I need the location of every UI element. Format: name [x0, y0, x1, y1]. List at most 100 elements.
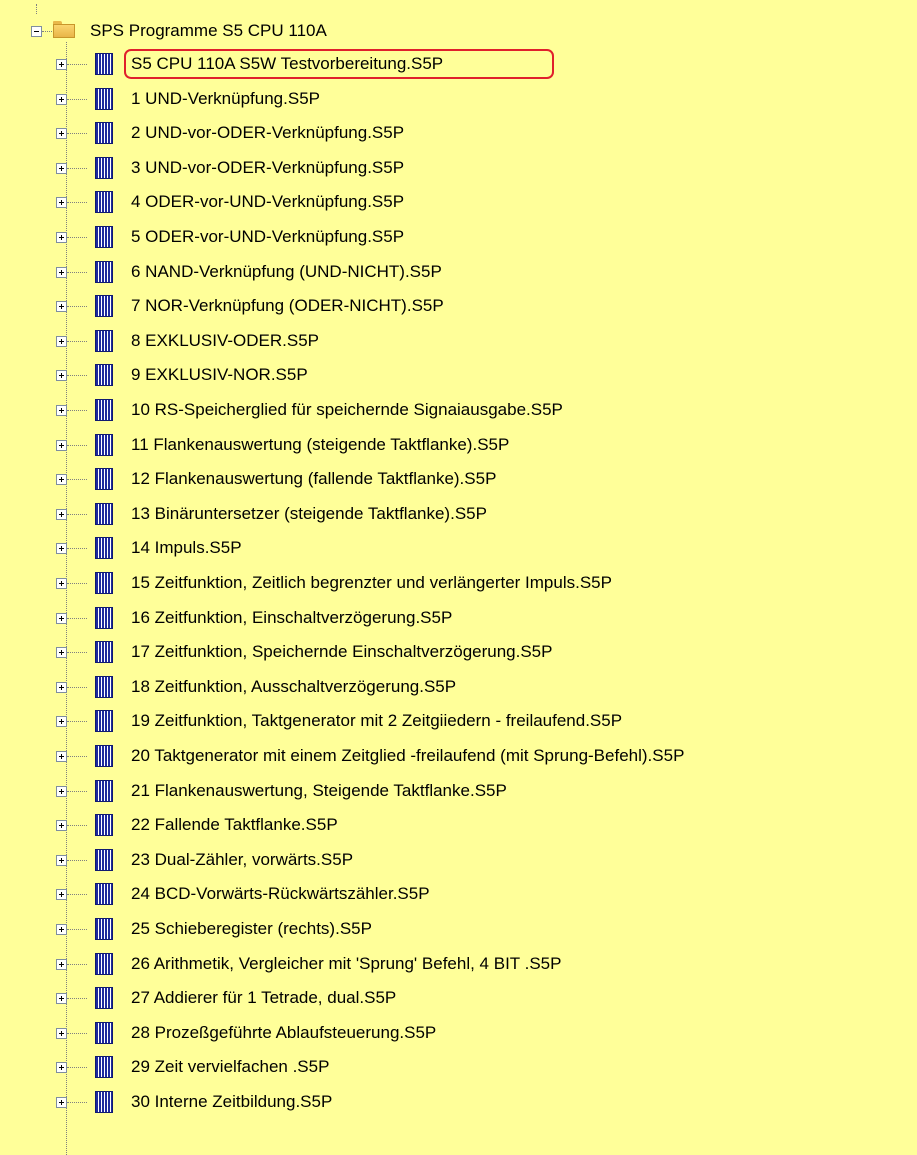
- tree-item-label[interactable]: 22 Fallende Taktflanke.S5P: [131, 814, 338, 836]
- tree-item-label[interactable]: 21 Flankenauswertung, Steigende Taktflan…: [131, 780, 507, 802]
- tree-connector: [67, 618, 87, 619]
- expand-icon[interactable]: [56, 889, 67, 900]
- expand-icon[interactable]: [56, 786, 67, 797]
- tree-item-label[interactable]: 4 ODER-vor-UND-Verknüpfung.S5P: [131, 191, 404, 213]
- s5-project-file-icon: [95, 883, 113, 905]
- tree-item-label[interactable]: 16 Zeitfunktion, Einschaltverzögerung.S5…: [131, 607, 452, 629]
- s5-project-file-icon: [95, 987, 113, 1009]
- s5-project-file-icon: [95, 641, 113, 663]
- expand-icon[interactable]: [56, 993, 67, 1004]
- expand-icon[interactable]: [56, 959, 67, 970]
- tree-item-label[interactable]: 20 Taktgenerator mit einem Zeitglied -fr…: [131, 745, 684, 767]
- tree-item-label[interactable]: 7 NOR-Verknüpfung (ODER-NICHT).S5P: [131, 295, 444, 317]
- tree-connector: [67, 202, 87, 203]
- tree-item-label[interactable]: 15 Zeitfunktion, Zeitlich begrenzter und…: [131, 572, 612, 594]
- tree-connector: [67, 99, 87, 100]
- s5-project-file-icon: [95, 745, 113, 767]
- tree-connector: [67, 652, 87, 653]
- tree-item-label[interactable]: 25 Schieberegister (rechts).S5P: [131, 918, 372, 940]
- expand-icon[interactable]: [56, 59, 67, 70]
- expand-icon[interactable]: [56, 543, 67, 554]
- tree-item-label[interactable]: 1 UND-Verknüpfung.S5P: [131, 88, 320, 110]
- tree-connector: [67, 687, 87, 688]
- tree-item-label[interactable]: 5 ODER-vor-UND-Verknüpfung.S5P: [131, 226, 404, 248]
- s5-project-file-icon: [95, 780, 113, 802]
- expand-icon[interactable]: [56, 509, 67, 520]
- expand-icon[interactable]: [56, 197, 67, 208]
- expand-icon[interactable]: [56, 163, 67, 174]
- s5-project-file-icon: [95, 503, 113, 525]
- tree-item-label[interactable]: 6 NAND-Verknüpfung (UND-NICHT).S5P: [131, 261, 442, 283]
- tree-connector: [67, 756, 87, 757]
- s5-project-file-icon: [95, 849, 113, 871]
- tree-item-label[interactable]: 28 Prozeßgeführte Ablaufsteuerung.S5P: [131, 1022, 436, 1044]
- tree-item-label[interactable]: 24 BCD-Vorwärts-Rückwärtszähler.S5P: [131, 883, 430, 905]
- s5-project-file-icon: [95, 434, 113, 456]
- tree-item-label[interactable]: 27 Addierer für 1 Tetrade, dual.S5P: [131, 987, 396, 1009]
- tree-item-label[interactable]: 26 Arithmetik, Vergleicher mit 'Sprung' …: [131, 953, 561, 975]
- s5-project-file-icon: [95, 88, 113, 110]
- tree-item-label[interactable]: 23 Dual-Zähler, vorwärts.S5P: [131, 849, 353, 871]
- tree-item-label[interactable]: 19 Zeitfunktion, Taktgenerator mit 2 Zei…: [131, 710, 622, 732]
- expand-icon[interactable]: [56, 924, 67, 935]
- expand-icon[interactable]: [56, 820, 67, 831]
- expand-icon[interactable]: [56, 1062, 67, 1073]
- expand-icon[interactable]: [56, 474, 67, 485]
- tree-connector: [67, 583, 87, 584]
- file-tree-panel: SPS Programme S5 CPU 110A S5 CPU 110A S5…: [0, 0, 917, 1155]
- s5-project-file-icon: [95, 710, 113, 732]
- expand-icon[interactable]: [56, 613, 67, 624]
- expand-icon[interactable]: [56, 716, 67, 727]
- tree-item-label[interactable]: 2 UND-vor-ODER-Verknüpfung.S5P: [131, 122, 404, 144]
- tree-connector: [67, 445, 87, 446]
- tree-connector: [67, 998, 87, 999]
- s5-project-file-icon: [95, 261, 113, 283]
- expand-icon[interactable]: [56, 682, 67, 693]
- tree-connector: [66, 42, 67, 1155]
- expand-icon[interactable]: [56, 370, 67, 381]
- tree-item-label[interactable]: 10 RS-Speicherglied für speichernde Sign…: [131, 399, 563, 421]
- tree-connector: [67, 964, 87, 965]
- s5-project-file-icon: [95, 676, 113, 698]
- s5-project-file-icon: [95, 295, 113, 317]
- tree-item-label[interactable]: 30 Interne Zeitbildung.S5P: [131, 1091, 332, 1113]
- expand-icon[interactable]: [56, 128, 67, 139]
- tree-item-label[interactable]: 29 Zeit vervielfachen .S5P: [131, 1056, 329, 1078]
- expand-icon[interactable]: [56, 301, 67, 312]
- tree-item-label[interactable]: 18 Zeitfunktion, Ausschaltverzögerung.S5…: [131, 676, 456, 698]
- expand-icon[interactable]: [56, 647, 67, 658]
- s5-project-file-icon: [95, 537, 113, 559]
- tree-connector: [67, 64, 87, 65]
- expand-icon[interactable]: [56, 440, 67, 451]
- tree-item-label[interactable]: 17 Zeitfunktion, Speichernde Einschaltve…: [131, 641, 552, 663]
- expand-icon[interactable]: [56, 232, 67, 243]
- tree-connector: [67, 1067, 87, 1068]
- tree-connector: [67, 548, 87, 549]
- tree-connector: [67, 341, 87, 342]
- expand-icon[interactable]: [56, 1097, 67, 1108]
- tree-item-label[interactable]: 12 Flankenauswertung (fallende Taktflank…: [131, 468, 496, 490]
- tree-item-label[interactable]: 14 Impuls.S5P: [131, 537, 242, 559]
- expand-icon[interactable]: [56, 267, 67, 278]
- tree-item-label[interactable]: 9 EXKLUSIV-NOR.S5P: [131, 364, 308, 386]
- tree-root-label[interactable]: SPS Programme S5 CPU 110A: [90, 20, 327, 42]
- expand-icon[interactable]: [56, 405, 67, 416]
- expand-icon[interactable]: [56, 94, 67, 105]
- tree-item-label[interactable]: 13 Binäruntersetzer (steigende Taktflank…: [131, 503, 487, 525]
- tree-connector: [67, 894, 87, 895]
- expand-icon[interactable]: [56, 336, 67, 347]
- tree-connector: [67, 410, 87, 411]
- s5-project-file-icon: [95, 468, 113, 490]
- tree-item-label[interactable]: 8 EXKLUSIV-ODER.S5P: [131, 330, 319, 352]
- tree-item-label[interactable]: 11 Flankenauswertung (steigende Taktflan…: [131, 434, 509, 456]
- tree-connector: [67, 479, 87, 480]
- expand-icon[interactable]: [56, 1028, 67, 1039]
- expand-icon[interactable]: [56, 578, 67, 589]
- tree-item-label[interactable]: 3 UND-vor-ODER-Verknüpfung.S5P: [131, 157, 404, 179]
- tree-connector: [67, 168, 87, 169]
- expand-icon[interactable]: [56, 855, 67, 866]
- tree-item-label[interactable]: S5 CPU 110A S5W Testvorbereitung.S5P: [131, 53, 443, 75]
- expand-icon[interactable]: [56, 751, 67, 762]
- tree-connector: [67, 133, 87, 134]
- collapse-icon[interactable]: [31, 26, 42, 37]
